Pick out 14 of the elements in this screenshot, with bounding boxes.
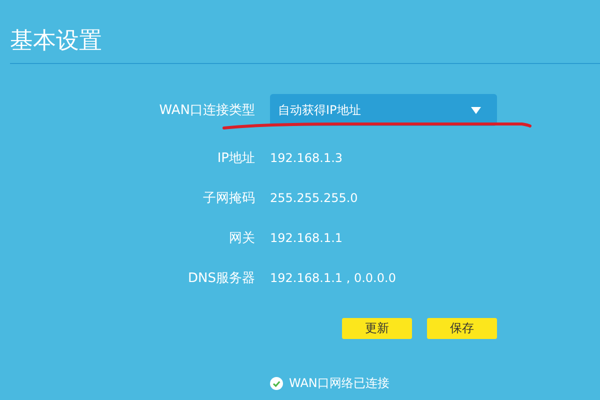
field-label: DNS服务器: [187, 270, 256, 287]
page-title: 基本设置: [10, 27, 103, 56]
status-text: WAN口网络已连接: [289, 375, 390, 392]
field-label: 子网掩码: [202, 190, 256, 207]
field-value: 192.168.1.3: [270, 151, 343, 165]
field-label: IP地址: [216, 150, 256, 167]
field-value: 192.168.1.1 , 0.0.0.0: [270, 271, 396, 285]
caret-icon: [471, 106, 481, 114]
action-button[interactable]: 保存: [427, 318, 497, 339]
field-value: 192.168.1.1: [270, 231, 343, 245]
field-label: 网关: [228, 230, 256, 247]
action-button[interactable]: 更新: [342, 318, 412, 339]
field-label: WAN口连接类型: [158, 102, 256, 119]
field-value: 255.255.255.0: [270, 191, 358, 205]
